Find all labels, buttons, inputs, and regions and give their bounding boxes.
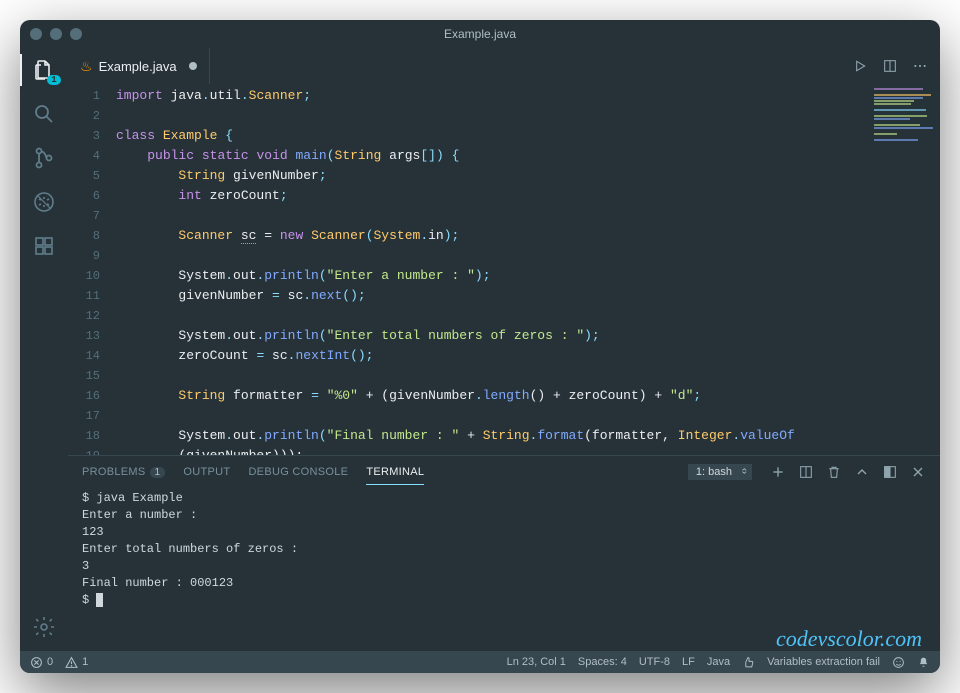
tab-problems[interactable]: PROBLEMS1	[82, 460, 165, 484]
main-area: 1 ♨ Example.java	[20, 48, 940, 651]
tab-output[interactable]: OUTPUT	[183, 460, 230, 484]
status-message[interactable]: Variables extraction fail	[767, 656, 880, 668]
more-actions-icon[interactable]	[912, 58, 928, 74]
vscode-window: Example.java 1 ♨ Example.java	[20, 20, 940, 673]
feedback-thumb-icon[interactable]	[742, 656, 755, 669]
editor-actions	[852, 58, 940, 74]
bottom-panel: PROBLEMS1 OUTPUT DEBUG CONSOLE TERMINAL …	[68, 455, 940, 651]
minimap[interactable]	[870, 84, 940, 455]
activity-bar: 1	[20, 48, 68, 651]
status-language[interactable]: Java	[707, 656, 730, 668]
status-eol[interactable]: LF	[682, 656, 695, 668]
status-encoding[interactable]: UTF-8	[639, 656, 670, 668]
source-control-icon[interactable]	[32, 146, 56, 170]
status-warnings[interactable]: 1	[65, 656, 88, 669]
code-content[interactable]: import java.util.Scanner; class Example …	[116, 84, 870, 455]
editor-group: ♨ Example.java 1234567891011121314151617…	[68, 48, 940, 651]
tab-label: Example.java	[99, 59, 177, 74]
terminal-body[interactable]: $ java Example Enter a number : 123 Ente…	[68, 488, 940, 651]
code-editor[interactable]: 123456789101112131415161718192021 import…	[68, 84, 940, 455]
close-panel-icon[interactable]	[910, 464, 926, 480]
status-bar: 0 1 Ln 23, Col 1 Spaces: 4 UTF-8 LF Java…	[20, 651, 940, 673]
run-icon[interactable]	[852, 58, 868, 74]
status-bell-icon[interactable]	[917, 656, 930, 669]
extensions-icon[interactable]	[32, 234, 56, 258]
status-indent[interactable]: Spaces: 4	[578, 656, 627, 668]
line-numbers: 123456789101112131415161718192021	[68, 84, 116, 455]
tabs-bar: ♨ Example.java	[68, 48, 940, 84]
tab-terminal[interactable]: TERMINAL	[366, 460, 424, 485]
terminal-cursor	[96, 593, 103, 607]
kill-terminal-icon[interactable]	[826, 464, 842, 480]
status-errors[interactable]: 0	[30, 656, 53, 669]
explorer-icon[interactable]: 1	[32, 58, 56, 82]
terminal-selector[interactable]: 1: bash	[688, 464, 752, 480]
titlebar: Example.java	[20, 20, 940, 48]
tab-example-java[interactable]: ♨ Example.java	[68, 48, 210, 84]
search-icon[interactable]	[32, 102, 56, 126]
explorer-badge: 1	[47, 75, 61, 85]
window-title: Example.java	[20, 27, 940, 41]
status-cursor-position[interactable]: Ln 23, Col 1	[507, 656, 566, 668]
tab-debug-console[interactable]: DEBUG CONSOLE	[248, 460, 348, 484]
maximize-panel-icon[interactable]	[854, 464, 870, 480]
settings-icon[interactable]	[32, 615, 56, 639]
java-file-icon: ♨	[80, 58, 93, 75]
split-editor-icon[interactable]	[882, 58, 898, 74]
new-terminal-icon[interactable]	[770, 464, 786, 480]
split-terminal-icon[interactable]	[798, 464, 814, 480]
debug-icon[interactable]	[32, 190, 56, 214]
toggle-panel-icon[interactable]	[882, 464, 898, 480]
modified-indicator-icon	[189, 62, 197, 70]
watermark: codevscolor.com	[776, 630, 922, 647]
panel-tabs: PROBLEMS1 OUTPUT DEBUG CONSOLE TERMINAL …	[68, 456, 940, 488]
status-feedback-icon[interactable]	[892, 656, 905, 669]
